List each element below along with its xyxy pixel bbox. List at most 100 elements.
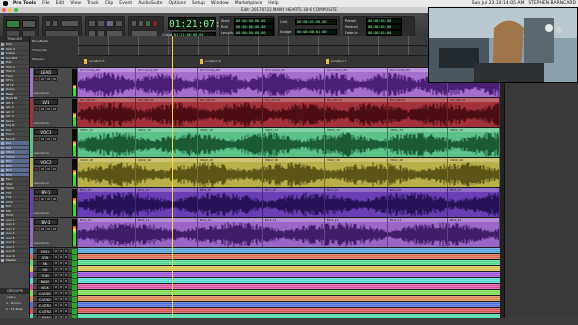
track-visible-icon[interactable] <box>1 133 4 136</box>
menu-help[interactable]: Help <box>268 0 278 7</box>
grid-value-field[interactable]: 00:00:01:00.00 <box>295 19 337 25</box>
track-header[interactable]: BV-2 waveform <box>30 218 78 248</box>
track-visible-icon[interactable] <box>1 187 4 190</box>
track-visible-icon[interactable] <box>1 115 4 118</box>
mute-button[interactable] <box>64 255 68 259</box>
record-enable-button[interactable] <box>34 197 39 201</box>
mute-button[interactable] <box>64 303 68 307</box>
menu-view[interactable]: View <box>70 0 81 7</box>
track-visible-icon[interactable] <box>1 70 4 73</box>
group-all[interactable]: <ALL> <box>0 295 29 300</box>
fadein-field[interactable]: 00:00:01:00 <box>366 30 402 36</box>
track-visible-icon[interactable] <box>1 259 4 262</box>
menu-marketplace[interactable]: Marketplace <box>235 0 263 7</box>
marker-label[interactable]: Location 6 <box>205 59 221 63</box>
audio-clip[interactable]: BV-1_07 <box>78 188 136 217</box>
mute-button[interactable] <box>64 285 68 289</box>
track-view-selector[interactable]: waveform <box>34 121 49 125</box>
audio-clip[interactable]: BV-1_07 <box>388 188 448 217</box>
solo-button[interactable] <box>46 107 51 111</box>
ruler-label-markers[interactable]: Markers <box>32 57 44 61</box>
menu-options[interactable]: Options <box>168 0 185 7</box>
mute-button[interactable] <box>52 167 57 171</box>
track-visible-icon[interactable] <box>1 106 4 109</box>
marker-icon[interactable] <box>326 59 329 64</box>
audio-clip[interactable]: BV-2_11 <box>263 218 325 247</box>
stop-button[interactable] <box>138 20 144 27</box>
zoom-in-button[interactable] <box>52 20 58 27</box>
record-enable-button[interactable] <box>54 261 58 265</box>
menu-edit[interactable]: Edit <box>56 0 65 7</box>
audio-clip[interactable]: VOC2_18 <box>325 158 388 187</box>
mute-button[interactable] <box>64 291 68 295</box>
track-name[interactable]: C-VOX1 <box>37 290 53 296</box>
menu-file[interactable]: File <box>42 0 50 7</box>
audio-clip[interactable]: BV-2_11 <box>136 218 198 247</box>
track-name[interactable]: C-GTR1 <box>37 302 53 308</box>
solo-button[interactable] <box>46 167 51 171</box>
menu-event[interactable]: Event <box>119 0 132 7</box>
solo-button[interactable] <box>46 197 51 201</box>
audio-clip[interactable]: LV1_AD-14 <box>263 98 325 127</box>
track-visible-icon[interactable] <box>1 254 4 257</box>
input-monitor-button[interactable] <box>40 197 45 201</box>
length-field[interactable]: 00:00:00:00.00 <box>234 30 274 36</box>
track-view-selector[interactable]: waveform <box>34 181 49 185</box>
audio-clip[interactable]: LV1_AD-14 <box>78 98 136 127</box>
record-enable-button[interactable] <box>54 297 58 301</box>
track-visible-icon[interactable] <box>1 79 4 82</box>
mute-button[interactable] <box>64 249 68 253</box>
track-visible-icon[interactable] <box>1 97 4 100</box>
input-monitor-button[interactable] <box>40 107 45 111</box>
track-lane[interactable]: LV1_AD-14 LV1_AD-14 LV1_AD-14 LV1_AD-14 LV1_… <box>78 98 500 128</box>
audio-clip[interactable]: VOC2_18 <box>198 158 263 187</box>
track-visible-icon[interactable] <box>1 142 4 145</box>
mute-button[interactable] <box>64 297 68 301</box>
record-enable-button[interactable] <box>34 227 39 231</box>
solo-button[interactable] <box>59 315 63 318</box>
record-enable-button[interactable] <box>54 279 58 283</box>
track-header[interactable]: LEAD waveform <box>30 68 78 98</box>
track-visible-icon[interactable] <box>1 214 4 217</box>
mute-button[interactable] <box>52 77 57 81</box>
mute-button[interactable] <box>64 261 68 265</box>
grabber-tool[interactable] <box>115 20 123 27</box>
solo-button[interactable] <box>59 297 63 301</box>
input-monitor-button[interactable] <box>40 227 45 231</box>
solo-button[interactable] <box>59 309 63 313</box>
track-visible-icon[interactable] <box>1 236 4 239</box>
track-view-selector[interactable]: waveform <box>34 91 49 95</box>
track-visible-icon[interactable] <box>1 218 4 221</box>
audio-clip[interactable]: VOC1_13 <box>136 128 198 157</box>
input-monitor-button[interactable] <box>40 77 45 81</box>
track-name[interactable]: C-VOX2 <box>37 296 53 302</box>
track-name[interactable]: BASS <box>37 278 53 284</box>
zoom-out-button[interactable] <box>45 20 51 27</box>
end-field[interactable]: 00:00:00:00.00 <box>234 24 274 30</box>
track-lane[interactable]: BV-2_11 BV-2_11 BV-2_11 BV-2_11 BV-2_11 BV-2_… <box>78 218 500 248</box>
rewind-button[interactable] <box>131 20 137 27</box>
track-name[interactable]: LV1 <box>34 99 58 105</box>
audio-clip[interactable]: VOC1_13 <box>198 128 263 157</box>
main-counter[interactable]: 01:21:07:09 <box>168 17 232 30</box>
group-fx-buss[interactable]: b - FX Buss <box>0 307 29 312</box>
track-header[interactable]: VOC2 waveform <box>30 158 78 188</box>
solo-button[interactable] <box>59 249 63 253</box>
audio-clip[interactable]: LV-1 Comp_03 <box>263 68 325 97</box>
audio-clip[interactable]: LV1_AD-14 <box>388 98 448 127</box>
menu-track[interactable]: Track <box>87 0 99 7</box>
track-visible-icon[interactable] <box>1 88 4 91</box>
track-visible-icon[interactable] <box>1 200 4 203</box>
mute-button[interactable] <box>52 227 57 231</box>
track-name[interactable]: BV-1 <box>34 189 58 195</box>
audio-clip[interactable]: VOC1_13 <box>325 128 388 157</box>
marker-label[interactable]: Location 7 <box>331 59 347 63</box>
track-visible-icon[interactable] <box>1 245 4 248</box>
record-enable-button[interactable] <box>54 249 58 253</box>
track-visible-icon[interactable] <box>1 191 4 194</box>
mute-button[interactable] <box>52 197 57 201</box>
record-enable-button[interactable] <box>54 309 58 313</box>
track-lane[interactable] <box>78 314 500 318</box>
audio-clip[interactable]: LV-1 Comp_03 <box>325 68 388 97</box>
solo-button[interactable] <box>59 285 63 289</box>
